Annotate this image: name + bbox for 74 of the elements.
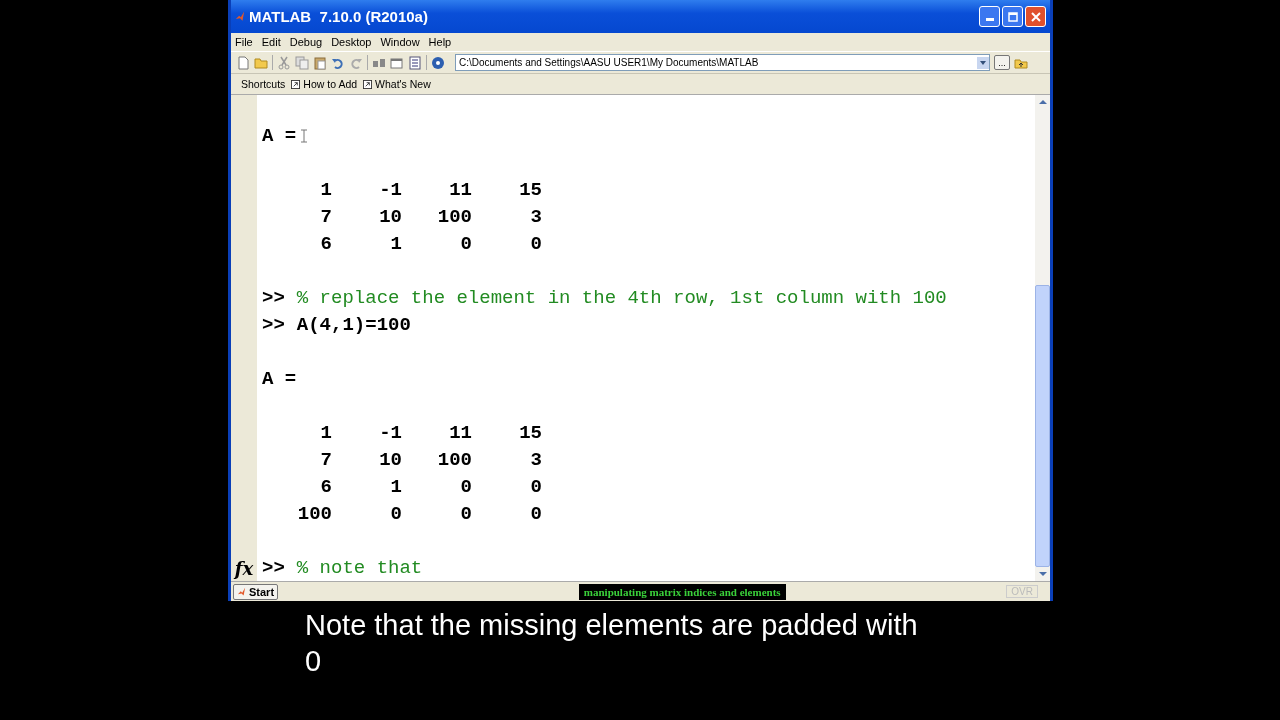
folder-icon[interactable]	[254, 55, 268, 70]
shortcut-link[interactable]: How to Add	[303, 78, 358, 90]
matrix-value: -1	[378, 421, 402, 444]
matrix-value: 3	[529, 205, 542, 228]
menu-item[interactable]: Debug	[289, 36, 323, 48]
matrix-value: 11	[448, 178, 472, 201]
prompt: >>	[262, 286, 285, 309]
menu-item[interactable]: Desktop	[331, 36, 372, 48]
matrix-value: 0	[459, 232, 472, 255]
scroll-thumb[interactable]	[1035, 285, 1050, 567]
current-folder-field[interactable]: C:\Documents and Settings\AASU USER1\My Documents\MATLAB	[455, 54, 990, 71]
matrix-value: -1	[378, 178, 402, 201]
matrix-value: 0	[459, 502, 472, 525]
matrix-value: 7	[319, 205, 332, 228]
function-browser-button[interactable]: fx	[234, 558, 254, 579]
matrix-value: 1	[389, 232, 402, 255]
browse-button[interactable]: ...	[994, 55, 1010, 70]
document-lines-icon[interactable]	[408, 55, 422, 70]
menu-item[interactable]: Window	[380, 36, 420, 48]
scissors-icon[interactable]	[277, 55, 291, 70]
text-cursor-icon	[300, 128, 309, 143]
output-text: A =	[262, 367, 297, 390]
scrollbar[interactable]	[1035, 95, 1050, 581]
new-document-icon[interactable]	[236, 55, 250, 70]
shortcuts-label: Shortcuts	[241, 78, 286, 90]
shortcut-icon	[291, 79, 301, 89]
matrix-value: 0	[529, 502, 542, 525]
command-text: A(4,1)=100	[296, 313, 411, 336]
matrix-value: 100	[296, 502, 332, 525]
help-icon[interactable]	[431, 55, 445, 70]
start-button[interactable]: Start	[233, 583, 279, 600]
matlab-logo-icon	[235, 10, 245, 23]
matlab-logo-icon	[237, 586, 246, 597]
matrix-value: 15	[518, 178, 542, 201]
subtitle-text: Note that the missing elements are padded with	[305, 608, 918, 643]
matrix-value: 0	[389, 502, 402, 525]
prompt: >>	[262, 313, 285, 336]
matrix-value: 1	[389, 475, 402, 498]
window-title: MATLAB 7.10.0 (R2010a)	[249, 8, 428, 25]
maximize-icon	[1007, 11, 1018, 22]
close-icon	[1030, 11, 1041, 22]
minimize-button[interactable]	[979, 6, 1000, 27]
matrix-value: 3	[529, 448, 542, 471]
matrix-value: 100	[436, 205, 472, 228]
comment-text: % replace the element in the 4th row, 1st column with 100	[296, 286, 947, 309]
menu-item[interactable]: File	[235, 36, 253, 48]
maximize-button[interactable]	[1002, 6, 1023, 27]
shortcut-icon	[363, 79, 373, 89]
matrix-value: 6	[319, 232, 332, 255]
video-caption: manipulating matrix indices and elements	[578, 583, 786, 600]
matrix-value: 10	[378, 448, 402, 471]
window-layout-icon[interactable]	[390, 55, 404, 70]
menu-item[interactable]: Help	[428, 36, 452, 48]
close-button[interactable]	[1025, 6, 1046, 27]
matrix-value: 15	[518, 421, 542, 444]
prompt: >>	[262, 556, 285, 579]
comment-text: % note that	[296, 556, 423, 579]
copy-icon[interactable]	[295, 55, 309, 70]
clipboard-icon[interactable]	[313, 55, 327, 70]
matrix-value: 0	[459, 475, 472, 498]
matrix-value: 10	[378, 205, 402, 228]
matrix-value: 7	[319, 448, 332, 471]
output-text: A =	[262, 124, 297, 147]
matrix-value: 1	[319, 421, 332, 444]
subtitle-text: 0	[305, 644, 323, 679]
matrix-value: 6	[319, 475, 332, 498]
matrix-value: 100	[436, 448, 472, 471]
matrix-value: 1	[319, 178, 332, 201]
menu-item[interactable]: Edit	[261, 36, 281, 48]
matrix-value: 0	[529, 232, 542, 255]
matrix-value: 0	[529, 475, 542, 498]
shortcut-link[interactable]: What's New	[375, 78, 431, 90]
minimize-icon	[985, 18, 994, 21]
matrix-value: 11	[448, 421, 472, 444]
